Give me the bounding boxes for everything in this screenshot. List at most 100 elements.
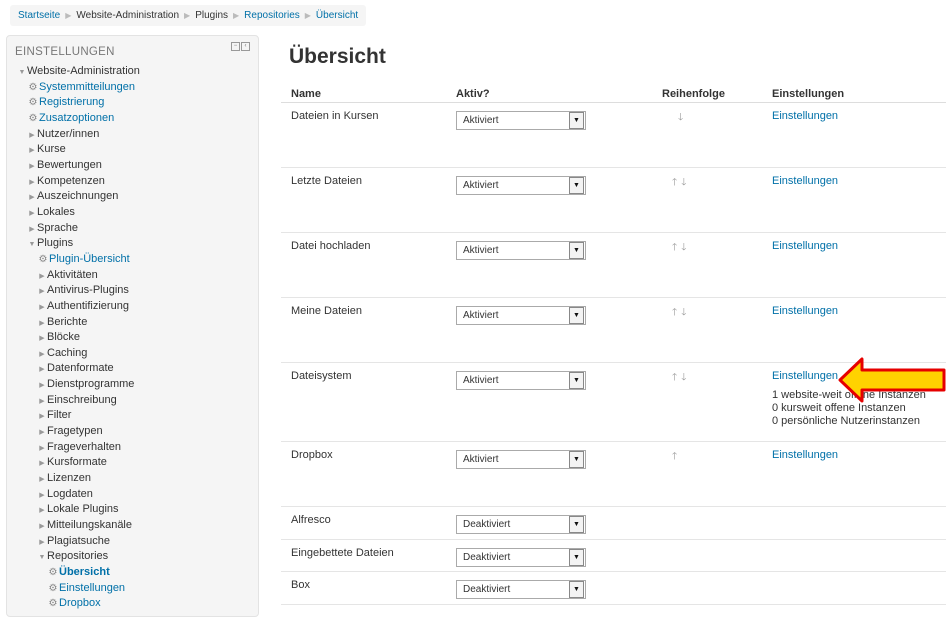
nav-item[interactable]: ▶ Datenformate — [7, 361, 258, 377]
status-select-value: Deaktiviert — [463, 552, 511, 563]
dropdown-arrow-icon[interactable]: ▼ — [569, 581, 584, 598]
active-cell: Aktiviert ▼ — [446, 297, 652, 363]
nav-item[interactable]: ▼ Website-Administration — [7, 64, 258, 80]
nav-item[interactable]: ▶ Kompetenzen — [7, 174, 258, 190]
breadcrumb-item[interactable]: Website-Administration — [76, 10, 179, 21]
repository-name: Dateisystem — [281, 362, 446, 442]
dropdown-arrow-icon[interactable]: ▼ — [569, 307, 584, 324]
nav-item[interactable]: ▶ Filter — [7, 408, 258, 424]
status-select-value: Aktiviert — [463, 245, 499, 256]
settings-link[interactable]: Einstellungen — [772, 175, 838, 187]
nav-item[interactable]: ⚙ Dropbox — [7, 596, 258, 612]
nav-item[interactable]: ▶ Lokale Plugins — [7, 502, 258, 518]
nav-item[interactable]: ▶ Kursformate — [7, 455, 258, 471]
nav-item-label: Kompetenzen — [37, 174, 105, 187]
settings-cell: Einstellungen — [762, 441, 946, 507]
nav-item[interactable]: ▶ Dienstprogramme — [7, 377, 258, 393]
breadcrumb-item[interactable]: Plugins — [195, 10, 228, 21]
status-select-value: Deaktiviert — [463, 519, 511, 530]
nav-item-label: Nutzer/innen — [37, 127, 100, 140]
status-select[interactable]: Aktiviert ▼ — [456, 241, 586, 260]
block-dock-icon[interactable]: ‹ — [241, 41, 250, 51]
dropdown-arrow-icon[interactable]: ▼ — [569, 516, 584, 533]
status-select[interactable]: Aktiviert ▼ — [456, 176, 586, 195]
status-select[interactable]: Deaktiviert ▼ — [456, 515, 586, 534]
status-select[interactable]: Aktiviert ▼ — [456, 111, 586, 130]
nav-item[interactable]: ▶ Fragetypen — [7, 424, 258, 440]
settings-link[interactable]: Einstellungen — [772, 449, 838, 461]
settings-link[interactable]: Einstellungen — [772, 305, 838, 317]
breadcrumb-item[interactable]: Repositories — [244, 10, 300, 21]
settings-link[interactable]: Einstellungen — [772, 110, 838, 122]
status-select[interactable]: Deaktiviert ▼ — [456, 580, 586, 599]
dropdown-arrow-icon[interactable]: ▼ — [569, 112, 584, 129]
nav-item[interactable]: ▶ Einschreibung — [7, 393, 258, 409]
nav-item[interactable]: ▶ Frageverhalten — [7, 440, 258, 456]
nav-item[interactable]: ▶ Mitteilungskanäle — [7, 518, 258, 534]
settings-cell: Einstellungen — [762, 297, 946, 363]
move-down-icon[interactable]: 🡓 — [681, 372, 686, 383]
move-down-icon[interactable]: 🡓 — [681, 242, 686, 253]
nav-item[interactable]: ▶ Blöcke — [7, 330, 258, 346]
nav-item-label: Caching — [47, 346, 88, 359]
status-select[interactable]: Aktiviert ▼ — [456, 371, 586, 390]
nav-item[interactable]: ▼ Repositories — [7, 549, 258, 565]
status-select-value: Aktiviert — [463, 454, 499, 465]
dropdown-arrow-icon[interactable]: ▼ — [569, 372, 584, 389]
dropdown-arrow-icon[interactable]: ▼ — [569, 177, 584, 194]
move-up-icon[interactable]: 🡑 — [672, 242, 677, 253]
move-up-icon[interactable]: 🡑 — [672, 451, 677, 462]
move-down-icon[interactable]: 🡓 — [681, 307, 686, 318]
move-up-icon[interactable]: 🡑 — [672, 177, 677, 188]
nav-item[interactable]: ▶ Logdaten — [7, 487, 258, 503]
status-select[interactable]: Deaktiviert ▼ — [456, 548, 586, 567]
collapsed-icon: ▶ — [39, 507, 45, 515]
nav-item[interactable]: ▶ Lizenzen — [7, 471, 258, 487]
status-select[interactable]: Aktiviert ▼ — [456, 306, 586, 325]
nav-item[interactable]: ▶ Sprache — [7, 221, 258, 237]
dropdown-arrow-icon[interactable]: ▼ — [569, 549, 584, 566]
nav-item[interactable]: ▶ Auszeichnungen — [7, 189, 258, 205]
move-up-icon[interactable]: 🡑 — [672, 372, 677, 383]
nav-item[interactable]: ⚙ Zusatzoptionen — [7, 111, 258, 127]
nav-item[interactable]: ▼ Plugins — [7, 236, 258, 252]
dropdown-arrow-icon[interactable]: ▼ — [569, 242, 584, 259]
settings-link[interactable]: Einstellungen — [772, 240, 838, 252]
nav-item-label: Registrierung — [39, 96, 105, 109]
nav-item[interactable]: ▶ Authentifizierung — [7, 299, 258, 315]
nav-item[interactable]: ▶ Antivirus-Plugins — [7, 283, 258, 299]
breadcrumb-item[interactable]: Startseite — [18, 10, 60, 21]
collapsed-icon: ▶ — [39, 523, 45, 531]
nav-item[interactable]: ▶ Kurse — [7, 142, 258, 158]
breadcrumb-item[interactable]: Übersicht — [316, 10, 358, 21]
nav-item-label: Einschreibung — [47, 393, 117, 406]
nav-item-label: Authentifizierung — [47, 299, 129, 312]
nav-item-label: Dienstprogramme — [47, 378, 135, 391]
table-header-row: Name Aktiv? Reihenfolge Einstellungen — [281, 80, 946, 103]
nav-item[interactable]: ⚙ Einstellungen — [7, 581, 258, 597]
nav-item-label: Bewertungen — [37, 158, 102, 171]
nav-item[interactable]: ▶ Bewertungen — [7, 158, 258, 174]
nav-item[interactable]: ▶ Nutzer/innen — [7, 127, 258, 143]
settings-cell: Einstellungen — [762, 102, 946, 168]
status-select[interactable]: Aktiviert ▼ — [456, 450, 586, 469]
breadcrumb-separator-icon: ▶ — [304, 11, 311, 20]
nav-item[interactable]: ⚙ Registrierung — [7, 95, 258, 111]
nav-item[interactable]: ⚙ Plugin-Übersicht — [7, 252, 258, 268]
nav-item[interactable]: ▶ Berichte — [7, 315, 258, 331]
nav-item[interactable]: ▶ Aktivitäten — [7, 268, 258, 284]
move-down-icon[interactable]: 🡓 — [678, 112, 683, 123]
nav-item[interactable]: ⚙ Übersicht — [7, 565, 258, 581]
nav-item[interactable]: ▶ Caching — [7, 346, 258, 362]
nav-item[interactable]: ⚙ Systemmitteilungen — [7, 80, 258, 96]
nav-item[interactable]: ▶ Lokales — [7, 205, 258, 221]
dropdown-arrow-icon[interactable]: ▼ — [569, 451, 584, 468]
collapsed-icon: ▶ — [39, 491, 45, 499]
move-down-icon[interactable]: 🡓 — [681, 177, 686, 188]
settings-link[interactable]: Einstellungen — [772, 370, 838, 382]
collapsed-icon: ▶ — [29, 131, 35, 139]
column-header-active: Aktiv? — [446, 80, 652, 103]
move-up-icon[interactable]: 🡑 — [672, 307, 677, 318]
block-collapse-icon[interactable]: − — [231, 41, 240, 51]
nav-item[interactable]: ▶ Plagiatsuche — [7, 534, 258, 550]
